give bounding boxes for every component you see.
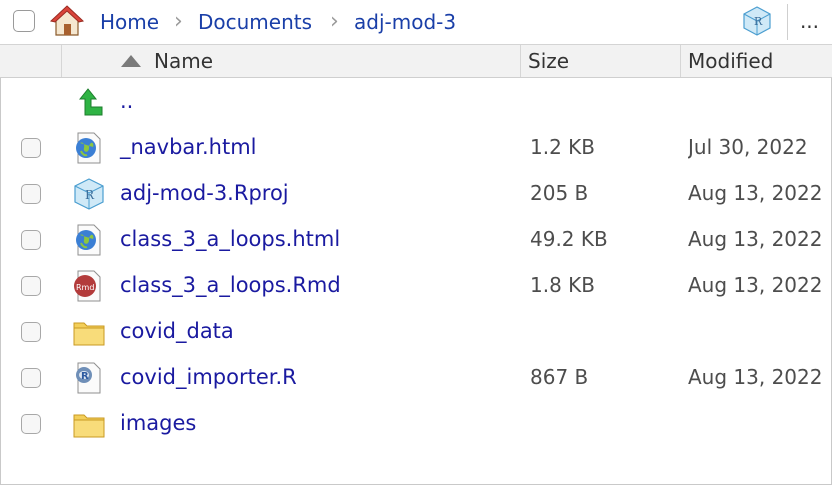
row-checkbox[interactable] xyxy=(21,322,41,342)
file-name[interactable]: .. xyxy=(120,89,133,113)
row-checkbox[interactable] xyxy=(21,138,41,158)
breadcrumb-home[interactable]: Home xyxy=(100,10,159,34)
row-checkbox[interactable] xyxy=(21,414,41,434)
svg-text:R: R xyxy=(85,188,95,202)
header-name-label: Name xyxy=(154,49,214,73)
more-options-button[interactable]: ... xyxy=(787,4,831,40)
list-item[interactable]: R adj-mod-3.Rproj 205 B Aug 13, 2022 xyxy=(0,171,832,217)
file-name[interactable]: adj-mod-3.Rproj xyxy=(120,181,289,205)
breadcrumb-documents[interactable]: Documents xyxy=(198,10,312,34)
header-modified[interactable]: Modified xyxy=(681,45,832,77)
up-arrow-icon[interactable] xyxy=(72,85,106,119)
file-modified: Aug 13, 2022 xyxy=(688,365,823,389)
home-icon[interactable] xyxy=(50,5,84,37)
list-item[interactable]: R covid_importer.R 867 B Aug 13, 2022 xyxy=(0,355,832,401)
file-name[interactable]: class_3_a_loops.html xyxy=(120,227,340,251)
file-size: 1.2 KB xyxy=(530,135,595,159)
list-item[interactable]: images xyxy=(0,401,832,447)
row-checkbox[interactable] xyxy=(21,230,41,250)
svg-text:R: R xyxy=(754,15,763,28)
file-modified: Aug 13, 2022 xyxy=(688,227,823,251)
svg-text:Rmd: Rmd xyxy=(76,283,94,292)
header-select-cell xyxy=(0,45,62,77)
breadcrumb-current[interactable]: adj-mod-3 xyxy=(354,10,456,34)
header-size-label: Size xyxy=(528,49,570,73)
list-item[interactable]: class_3_a_loops.html 49.2 KB Aug 13, 202… xyxy=(0,217,832,263)
rmd-file-icon: Rmd xyxy=(74,270,101,302)
folder-icon xyxy=(73,322,105,346)
file-name[interactable]: covid_data xyxy=(120,319,234,343)
list-item[interactable]: covid_data xyxy=(0,309,832,355)
folder-icon xyxy=(73,414,105,438)
file-size: 1.8 KB xyxy=(530,273,595,297)
row-checkbox[interactable] xyxy=(21,368,41,388)
breadcrumb-separator: › xyxy=(330,9,339,34)
list-item[interactable]: Rmd class_3_a_loops.Rmd 1.8 KB Aug 13, 2… xyxy=(0,263,832,309)
file-name[interactable]: images xyxy=(120,411,196,435)
column-header: Name Size Modified xyxy=(0,45,832,78)
file-modified: Aug 13, 2022 xyxy=(688,273,823,297)
rproj-file-icon: R xyxy=(74,178,104,210)
list-item[interactable]: _navbar.html 1.2 KB Jul 30, 2022 xyxy=(0,125,832,171)
file-modified: Aug 13, 2022 xyxy=(688,181,823,205)
file-modified: Jul 30, 2022 xyxy=(688,135,808,159)
file-size: 867 B xyxy=(530,365,589,389)
file-size: 205 B xyxy=(530,181,589,205)
breadcrumb-separator: › xyxy=(174,9,183,34)
file-name[interactable]: class_3_a_loops.Rmd xyxy=(120,273,341,297)
rproject-icon[interactable]: R xyxy=(741,5,773,37)
header-name[interactable]: Name xyxy=(62,45,521,77)
select-all-checkbox[interactable] xyxy=(13,10,35,32)
html-file-icon xyxy=(76,132,101,164)
file-name[interactable]: covid_importer.R xyxy=(120,365,297,389)
row-checkbox[interactable] xyxy=(21,184,41,204)
row-checkbox[interactable] xyxy=(21,276,41,296)
sort-ascending-icon[interactable] xyxy=(121,55,141,67)
file-size: 49.2 KB xyxy=(530,227,608,251)
file-name[interactable]: _navbar.html xyxy=(120,135,257,159)
list-item[interactable]: .. xyxy=(0,79,832,125)
html-file-icon xyxy=(76,224,101,256)
header-size[interactable]: Size xyxy=(521,45,681,77)
header-modified-label: Modified xyxy=(688,49,774,73)
r-script-icon: R xyxy=(76,362,101,394)
path-bar: Home › Documents › adj-mod-3 R ... xyxy=(0,0,832,45)
svg-text:R: R xyxy=(81,371,89,382)
